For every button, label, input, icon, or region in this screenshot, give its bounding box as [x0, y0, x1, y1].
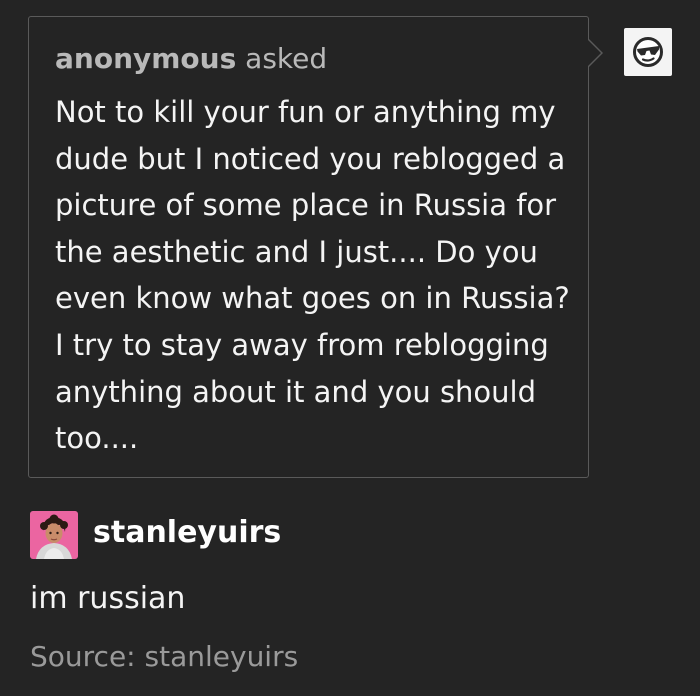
ask-line: the aesthetic and I just.... Do you	[55, 234, 538, 269]
answer-text: im russian	[30, 581, 186, 616]
ask-line: I try to stay away from reblogging	[55, 327, 549, 362]
source-blog-link[interactable]: stanleyuirs	[145, 640, 299, 673]
ask-line: too....	[55, 421, 139, 456]
answerer-blog-name[interactable]: stanleyuirs	[93, 512, 281, 554]
ask-header: anonymous asked	[55, 39, 327, 79]
ask-line: Not to kill your fun or anything my	[55, 95, 556, 129]
speech-bubble-arrow-fill	[588, 40, 601, 66]
ask-question: Not to kill your fun or anything my dude…	[55, 89, 575, 462]
ask-box: anonymous asked Not to kill your fun or …	[28, 16, 589, 478]
ask-line: anything about it and you should	[55, 374, 537, 409]
user-photo-avatar[interactable]	[30, 511, 78, 559]
source-label: Source:	[30, 640, 136, 673]
ask-line: dude but I noticed you reblogged a	[55, 141, 566, 176]
source-line: Source: stanleyuirs	[30, 636, 298, 678]
asker-name: anonymous	[55, 42, 237, 75]
ask-line: picture of some place in Russia for	[55, 188, 557, 223]
asked-label: asked	[245, 42, 328, 75]
anonymous-sunglasses-icon[interactable]	[624, 28, 672, 76]
ask-line: even know what goes on in Russia?	[55, 281, 570, 316]
